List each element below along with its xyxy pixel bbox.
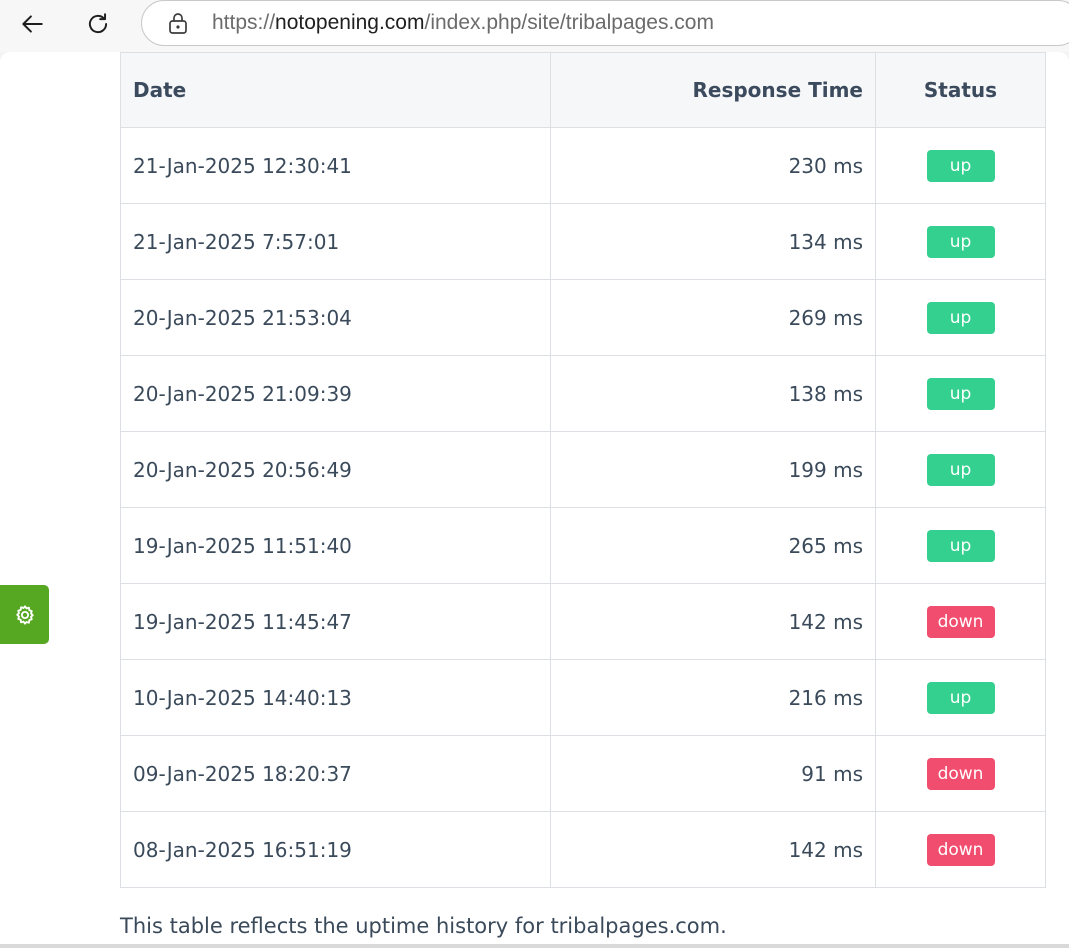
cell-date: 08-Jan-2025 16:51:19	[120, 811, 551, 888]
status-badge: up	[926, 301, 995, 334]
cell-status: up	[875, 507, 1046, 584]
cell-response-time: 269 ms	[550, 279, 876, 356]
back-button[interactable]	[14, 6, 50, 42]
lock-icon	[169, 13, 187, 34]
cell-date: 19-Jan-2025 11:45:47	[120, 583, 551, 660]
cell-date: 20-Jan-2025 21:09:39	[120, 355, 551, 432]
cell-status: down	[875, 583, 1046, 660]
cell-status: down	[875, 811, 1046, 888]
cell-response-time: 230 ms	[550, 127, 876, 204]
cell-status: up	[875, 279, 1046, 356]
table-row: 21-Jan-2025 12:30:41 230 ms up	[120, 127, 1046, 204]
cell-status: down	[875, 735, 1046, 812]
table-caption: This table reflects the uptime history f…	[120, 914, 727, 938]
table-row: 20-Jan-2025 21:53:04 269 ms up	[120, 279, 1046, 356]
cell-date: 21-Jan-2025 7:57:01	[120, 203, 551, 280]
cell-response-time: 138 ms	[550, 355, 876, 432]
browser-toolbar: https://notopening.com/index.php/site/tr…	[0, 0, 1069, 52]
cell-status: up	[875, 431, 1046, 508]
header-status: Status	[875, 52, 1046, 128]
reload-button[interactable]	[80, 6, 116, 42]
cell-response-time: 216 ms	[550, 659, 876, 736]
table-row: 10-Jan-2025 14:40:13 216 ms up	[120, 659, 1046, 736]
cell-status: up	[875, 355, 1046, 432]
cell-date: 09-Jan-2025 18:20:37	[120, 735, 551, 812]
status-badge: down	[926, 833, 995, 866]
header-response-time: Response Time	[550, 52, 876, 128]
cell-date: 10-Jan-2025 14:40:13	[120, 659, 551, 736]
address-bar[interactable]: https://notopening.com/index.php/site/tr…	[141, 0, 1069, 46]
back-arrow-icon	[22, 15, 43, 33]
status-badge: up	[926, 453, 995, 486]
table-row: 21-Jan-2025 7:57:01 134 ms up	[120, 203, 1046, 280]
url-host: notopening.com	[275, 11, 425, 34]
status-badge: down	[926, 757, 995, 790]
uptime-history-table: Date Response Time Status 21-Jan-2025 12…	[120, 52, 1046, 888]
url-text: https://notopening.com/index.php/site/tr…	[212, 11, 714, 35]
table-row: 20-Jan-2025 20:56:49 199 ms up	[120, 431, 1046, 508]
table-row: 19-Jan-2025 11:45:47 142 ms down	[120, 583, 1046, 660]
table-row: 19-Jan-2025 11:51:40 265 ms up	[120, 507, 1046, 584]
cell-date: 20-Jan-2025 20:56:49	[120, 431, 551, 508]
cell-date: 19-Jan-2025 11:51:40	[120, 507, 551, 584]
status-badge: up	[926, 681, 995, 714]
cell-response-time: 265 ms	[550, 507, 876, 584]
page-content: Date Response Time Status 21-Jan-2025 12…	[0, 52, 1069, 944]
cell-response-time: 134 ms	[550, 203, 876, 280]
cell-status: up	[875, 203, 1046, 280]
url-prefix: https://	[212, 11, 276, 34]
cell-response-time: 199 ms	[550, 431, 876, 508]
cell-date: 20-Jan-2025 21:53:04	[120, 279, 551, 356]
settings-tab-button[interactable]	[0, 585, 49, 644]
cell-status: up	[875, 127, 1046, 204]
url-path: /index.php/site/tribalpages.com	[424, 11, 714, 34]
gear-icon	[15, 604, 34, 625]
reload-icon	[88, 13, 108, 34]
table-header-row: Date Response Time Status	[120, 52, 1046, 128]
cell-date: 21-Jan-2025 12:30:41	[120, 127, 551, 204]
status-badge: up	[926, 377, 995, 410]
table-row: 08-Jan-2025 16:51:19 142 ms down	[120, 811, 1046, 888]
status-badge: down	[926, 605, 995, 638]
cell-response-time: 142 ms	[550, 583, 876, 660]
header-date: Date	[120, 52, 551, 128]
table-row: 20-Jan-2025 21:09:39 138 ms up	[120, 355, 1046, 432]
status-badge: up	[926, 529, 995, 562]
status-badge: up	[926, 149, 995, 182]
page-bottom-edge	[0, 944, 1069, 948]
status-badge: up	[926, 225, 995, 258]
cell-status: up	[875, 659, 1046, 736]
cell-response-time: 91 ms	[550, 735, 876, 812]
cell-response-time: 142 ms	[550, 811, 876, 888]
table-row: 09-Jan-2025 18:20:37 91 ms down	[120, 735, 1046, 812]
